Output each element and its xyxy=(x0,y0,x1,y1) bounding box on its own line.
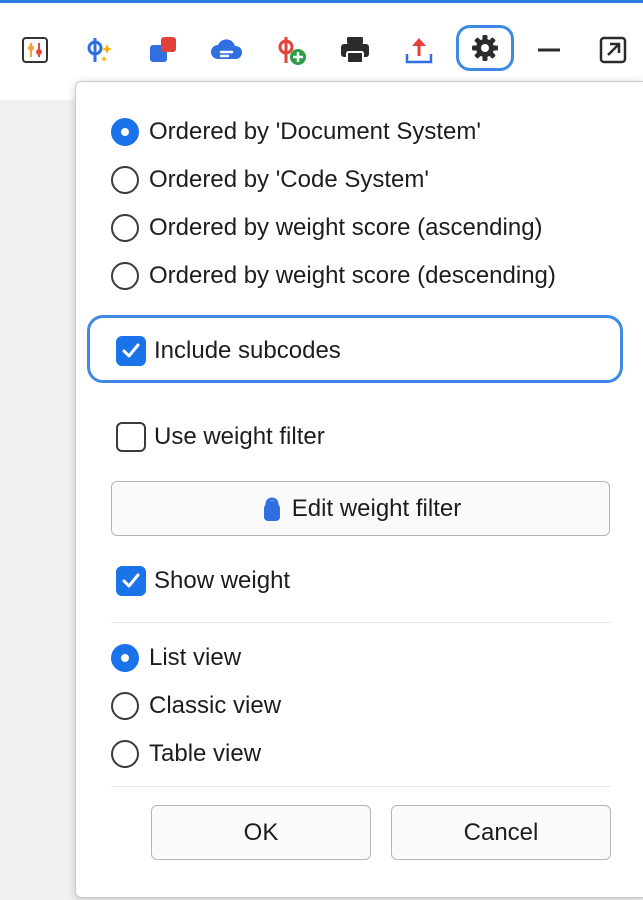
edit-weight-filter-label: Edit weight filter xyxy=(291,494,462,522)
include-subcodes-option[interactable]: Include subcodes xyxy=(116,336,341,366)
smart-coding-icon[interactable] xyxy=(80,32,116,68)
radio-unselected[interactable] xyxy=(111,692,139,720)
show-weight-label: Show weight xyxy=(154,567,291,594)
include-subcodes-label: Include subcodes xyxy=(154,337,341,364)
minimize-icon[interactable] xyxy=(531,32,567,68)
settings-gear-icon[interactable] xyxy=(456,25,514,71)
classic-view-option[interactable]: Classic view xyxy=(111,692,281,720)
use-weight-filter-label: Use weight filter xyxy=(154,423,325,450)
include-subcodes-checkbox[interactable] xyxy=(116,336,146,366)
order-weight-descending-label: Ordered by weight score (descending) xyxy=(149,262,556,289)
cancel-button[interactable]: Cancel xyxy=(391,805,611,860)
list-view-option[interactable]: List view xyxy=(111,644,241,672)
code-frame-icon[interactable] xyxy=(17,32,53,68)
show-weight-checkbox[interactable] xyxy=(116,566,146,596)
radio-unselected[interactable] xyxy=(111,262,139,290)
order-weight-ascending-option[interactable]: Ordered by weight score (ascending) xyxy=(111,214,543,242)
export-icon[interactable] xyxy=(401,32,437,68)
order-document-system-label: Ordered by 'Document System' xyxy=(149,118,481,145)
classic-view-label: Classic view xyxy=(149,692,282,719)
radio-unselected[interactable] xyxy=(111,214,139,242)
ok-button[interactable]: OK xyxy=(151,805,371,860)
divider xyxy=(111,622,611,623)
order-code-system-option[interactable]: Ordered by 'Code System' xyxy=(111,166,429,194)
table-view-option[interactable]: Table view xyxy=(111,740,261,768)
edit-weight-filter-button[interactable]: Edit weight filter xyxy=(111,481,610,536)
ok-label: OK xyxy=(243,818,279,846)
cloud-icon[interactable] xyxy=(209,32,245,68)
table-view-label: Table view xyxy=(149,740,262,767)
shapes-icon[interactable] xyxy=(145,32,181,68)
order-document-system-option[interactable]: Ordered by 'Document System' xyxy=(111,118,481,146)
use-weight-filter-option[interactable]: Use weight filter xyxy=(116,422,325,452)
radio-selected[interactable] xyxy=(111,644,139,672)
checkmark-icon xyxy=(122,573,140,588)
order-weight-descending-option[interactable]: Ordered by weight score (descending) xyxy=(111,262,556,290)
settings-popover: Ordered by 'Document System' Ordered by … xyxy=(75,81,643,898)
order-weight-ascending-label: Ordered by weight score (ascending) xyxy=(149,214,543,241)
radio-selected[interactable] xyxy=(111,118,139,146)
print-icon[interactable] xyxy=(337,32,373,68)
list-view-label: List view xyxy=(149,644,242,671)
show-weight-option[interactable]: Show weight xyxy=(116,566,290,596)
cancel-label: Cancel xyxy=(463,818,539,846)
open-external-icon[interactable] xyxy=(595,32,631,68)
checkmark-icon xyxy=(122,343,140,358)
radio-unselected[interactable] xyxy=(111,166,139,194)
divider xyxy=(111,786,611,787)
add-code-icon[interactable] xyxy=(273,32,309,68)
order-code-system-label: Ordered by 'Code System' xyxy=(149,166,429,193)
use-weight-filter-checkbox[interactable] xyxy=(116,422,146,452)
radio-unselected[interactable] xyxy=(111,740,139,768)
kettlebell-icon xyxy=(263,497,280,521)
